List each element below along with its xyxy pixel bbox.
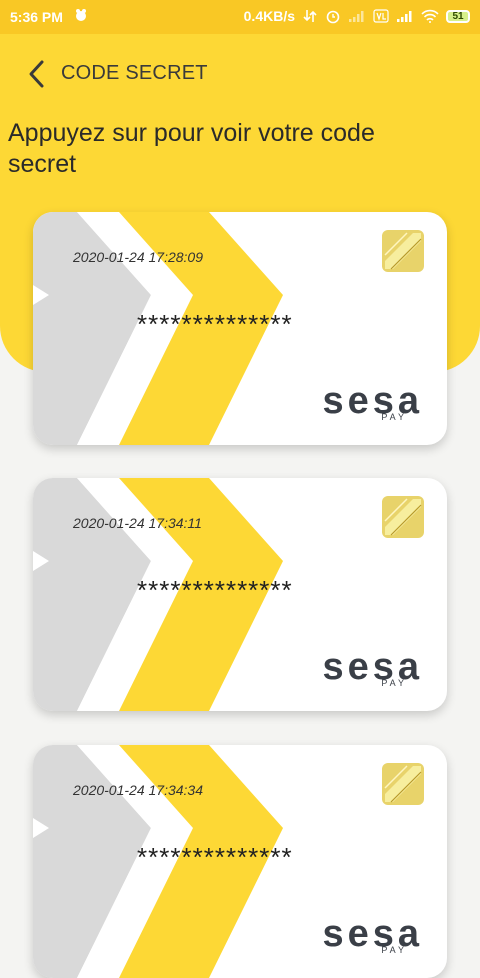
data-transfer-icon <box>303 10 317 22</box>
logo-text: sesa <box>322 646 423 688</box>
card-secret-code: ************** <box>137 575 293 605</box>
sesa-pay-logo: sesa PAY <box>291 913 427 957</box>
sesa-pay-logo: sesa PAY <box>291 380 427 424</box>
card-secret-code: ************** <box>137 309 293 339</box>
wifi-icon <box>421 9 439 23</box>
back-button[interactable] <box>20 56 56 92</box>
signal-icon <box>397 11 412 22</box>
card-chip-icon <box>382 496 424 538</box>
status-indicators: 0.4KB/s 51 <box>244 8 470 24</box>
card-date: 2020-01-24 17:28:09 <box>73 249 203 265</box>
logo-text: sesa <box>322 380 423 422</box>
chevron-left-icon <box>29 60 44 88</box>
status-bar: 5:36 PM 0.4KB/s 51 <box>0 0 480 34</box>
network-speed: 0.4KB/s <box>243 8 295 24</box>
app-header: CODE SECRET <box>0 52 480 94</box>
alarm-icon <box>326 10 340 24</box>
secret-code-card[interactable]: 2020-01-24 17:34:34 ************** sesa … <box>33 745 447 978</box>
volte-icon <box>373 9 389 23</box>
notification-icon <box>76 9 86 21</box>
card-date: 2020-01-24 17:34:34 <box>73 782 203 798</box>
logo-subtext: PAY <box>381 678 407 688</box>
logo-text: sesa <box>322 913 423 955</box>
status-time: 5:36 PM <box>10 9 63 25</box>
logo-subtext: PAY <box>381 412 407 422</box>
card-chip-icon <box>382 230 424 272</box>
card-chip-icon <box>382 763 424 805</box>
sesa-pay-logo: sesa PAY <box>291 646 427 690</box>
logo-subtext: PAY <box>381 945 407 955</box>
instruction-text: Appuyez sur pour voir votre code secret <box>8 119 375 178</box>
secret-code-card[interactable]: 2020-01-24 17:28:09 ************** sesa … <box>33 212 447 445</box>
card-date: 2020-01-24 17:34:11 <box>73 515 202 531</box>
card-secret-code: ************** <box>137 842 293 872</box>
page-title: CODE SECRET <box>61 62 208 84</box>
signal-weak-icon <box>349 11 364 22</box>
battery-icon: 51 <box>446 9 470 23</box>
secret-code-card[interactable]: 2020-01-24 17:34:11 ************** sesa … <box>33 478 447 711</box>
